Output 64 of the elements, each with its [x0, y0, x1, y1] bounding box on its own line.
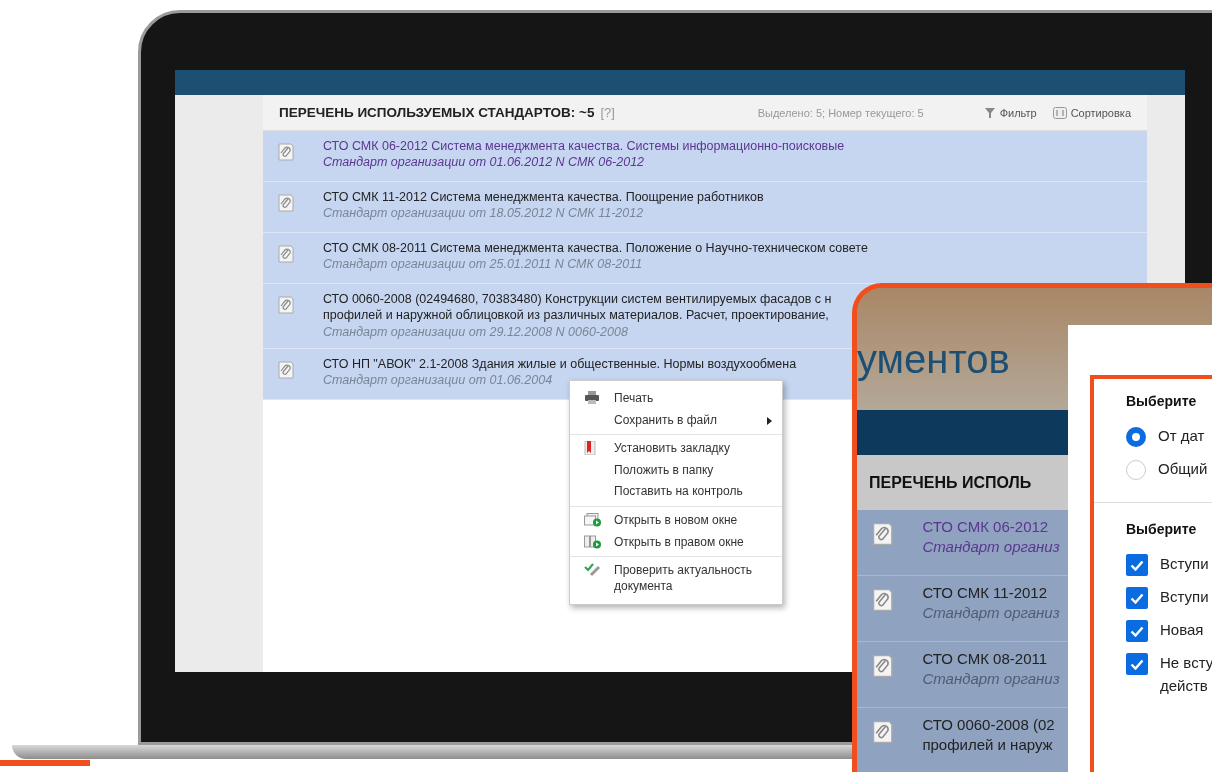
section-title: Выберите [1126, 521, 1198, 537]
checkbox[interactable] [1126, 554, 1148, 576]
checkbox[interactable] [1126, 620, 1148, 642]
bookmark-icon [584, 441, 596, 456]
checkmark-icon [1130, 625, 1144, 637]
checkmark-icon [1130, 559, 1144, 571]
document-subtitle: Стандарт организации от 29.12.2008 N 0060-2008 [323, 323, 629, 340]
paperclip-icon [871, 719, 895, 745]
check-wrench-icon [584, 563, 602, 578]
checkbox[interactable] [1126, 653, 1148, 675]
option-label: От дат [1158, 426, 1205, 446]
document-title[interactable]: СТО СМК 08-2011 Система менеджмента качества. Положение о Научно-техническом совете [323, 240, 868, 257]
filter-button[interactable]: Фильтр [983, 106, 1037, 119]
window-icon [584, 512, 602, 527]
menu-item[interactable]: Поставить на контроль [570, 481, 782, 503]
paperclip-icon [277, 142, 295, 162]
document-subtitle: Стандарт организации от 25.01.2011 N СМК 08-2011 [323, 256, 644, 273]
document-subtitle: Стандарт организ [922, 602, 1060, 622]
option-label: Вступи [1160, 587, 1209, 607]
document-title[interactable]: СТО 0060-2008 (02 [922, 715, 1055, 735]
menu-item[interactable]: Сохранить в файл [570, 409, 782, 432]
paperclip-icon [277, 193, 295, 213]
menu-item[interactable]: Проверить актуальность документа [570, 560, 782, 598]
menu-item[interactable]: Печать [570, 388, 782, 410]
paperclip-icon [871, 587, 895, 613]
section-title: Выберите [1126, 393, 1198, 409]
document-subtitle: Стандарт организации от 01.06.2004 [323, 372, 554, 389]
paperclip-icon [871, 653, 895, 679]
option-label: Общий [1158, 458, 1208, 479]
document-title[interactable]: СТО СМК 11-2012 Система менеджмента качества. Поощрение работников [323, 189, 764, 206]
sort-button[interactable]: Сортировка [1052, 106, 1131, 119]
paperclip-icon [277, 244, 295, 264]
document-title[interactable]: СТО НП "АВОК" 2.1-2008 Здания жилые и общественные. Нормы воздухообмена [323, 355, 797, 372]
panel-title: ПЕРЕЧЕНЬ ИСПОЛЬЗУЕМЫХ СТАНДАРТОВ: ~5 [279, 105, 595, 120]
panel-title: ПЕРЕЧЕНЬ ИСПОЛЬ [869, 473, 1032, 492]
document-subtitle: Стандарт организации от 01.06.2012 N СМК 06-2012 [323, 154, 646, 171]
menu-item[interactable]: Установить закладку [570, 438, 782, 460]
document-subtitle: Стандарт организ [922, 536, 1060, 556]
filter-icon [983, 106, 996, 119]
document-subtitle: Стандарт организ [922, 668, 1060, 688]
radio-button[interactable] [1126, 427, 1146, 447]
menu-item[interactable]: Открыть в новом окне [570, 509, 782, 532]
document-title[interactable]: СТО СМК 06-2012 Система менеджмента качества. Системы информационно-поисковые [323, 138, 845, 155]
document-title[interactable]: профилей и наружной облицовкой из различных материалов. Расчет, проектирование, [323, 307, 832, 324]
sort-icon [1052, 106, 1067, 119]
paperclip-icon [871, 521, 895, 547]
menu-item[interactable]: Открыть в правом окне [570, 531, 782, 554]
document-subtitle: Стандарт организации от 18.05.2012 N СМК 11-2012 [323, 205, 645, 222]
checkbox[interactable] [1126, 587, 1148, 609]
option-label: Вступи [1160, 554, 1209, 574]
document-title[interactable]: профилей и наруж [922, 734, 1055, 754]
banner-heading: ументов [857, 336, 1010, 382]
paperclip-icon [277, 295, 295, 315]
printer-icon [584, 391, 600, 404]
checkmark-icon [1130, 592, 1144, 604]
document-title[interactable]: СТО СМК 08-2011 [922, 649, 1060, 669]
checkmark-icon [1130, 658, 1144, 670]
split-window-icon [584, 534, 602, 549]
paperclip-icon [277, 359, 295, 380]
option-label: Новая [1160, 620, 1204, 640]
menu-item[interactable]: Положить в папку [570, 459, 782, 482]
selection-status: Выделено: 5; Номер текущего: 5 [757, 106, 924, 119]
document-title[interactable]: СТО 0060-2008 (02494680, 70383480) Конструкции систем вентилируемых фасадов с н [323, 291, 832, 308]
document-title[interactable]: СТО СМК 11-2012 [922, 583, 1060, 603]
